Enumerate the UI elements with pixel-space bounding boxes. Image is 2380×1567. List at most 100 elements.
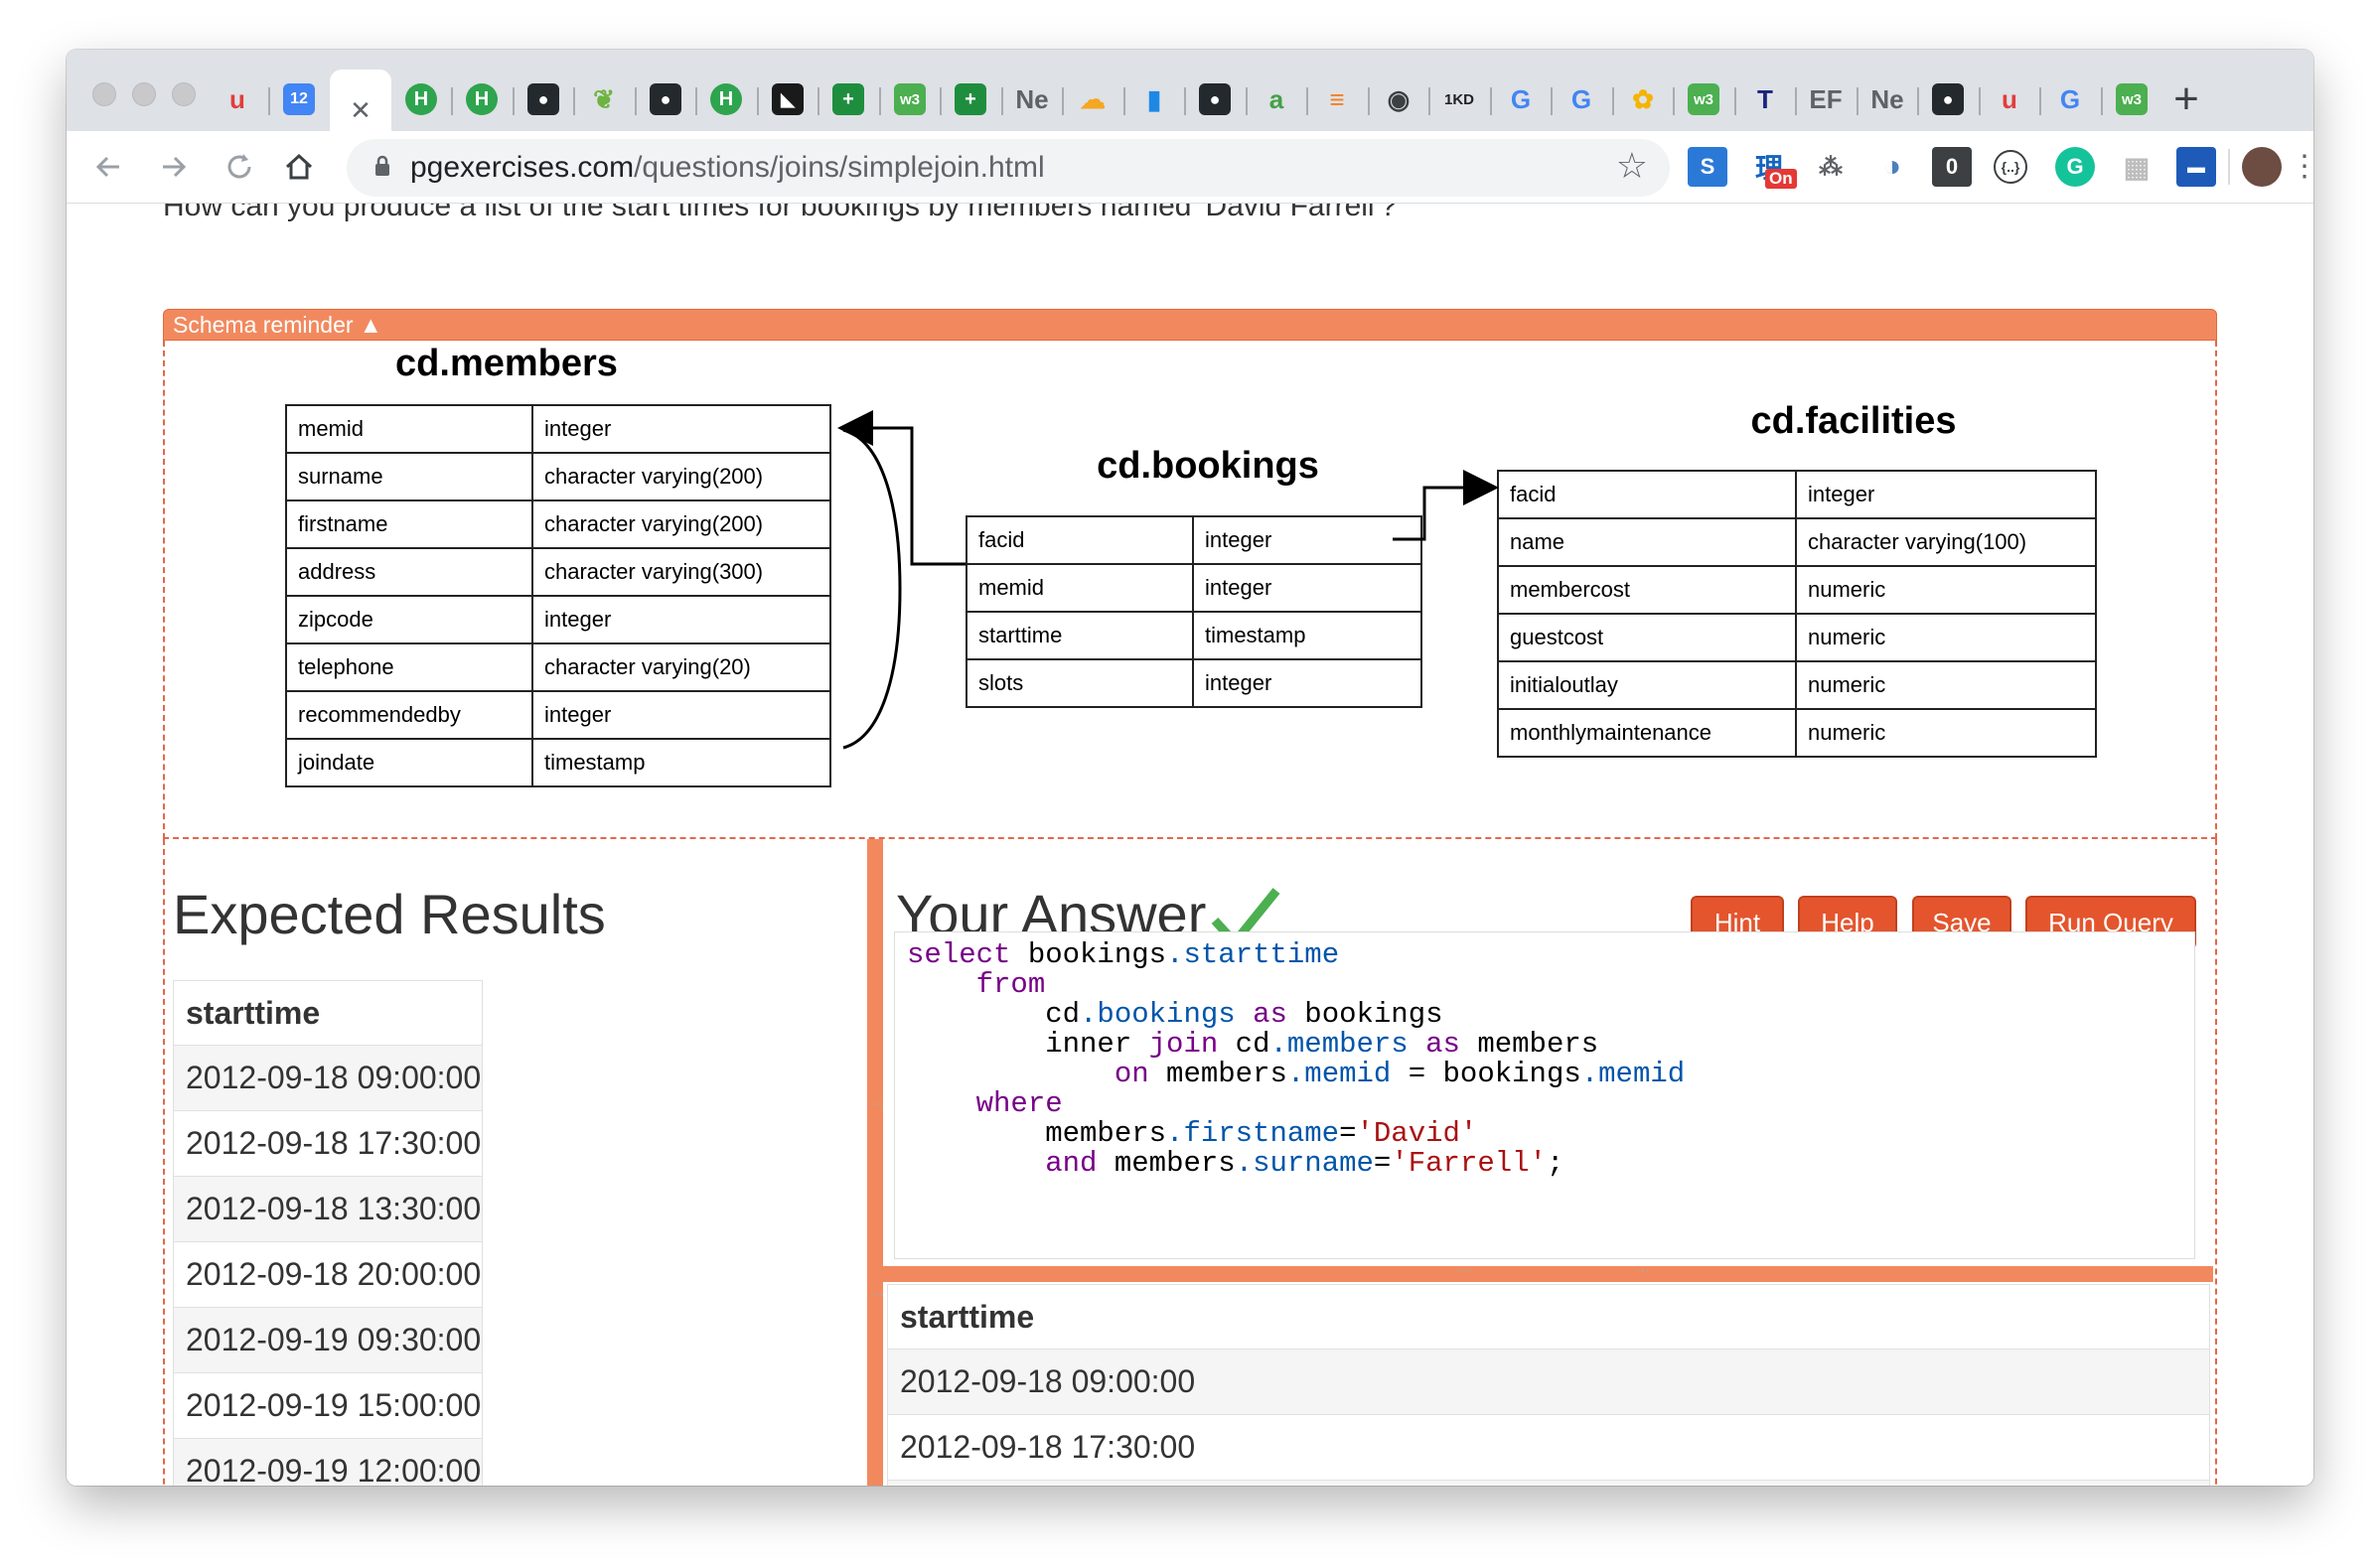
browser-tab[interactable]: ●: [1185, 70, 1245, 129]
window-close-button[interactable]: [92, 82, 116, 106]
horizontal-splitter-grip-right: ⋯: [1636, 1262, 1651, 1278]
code-line: on members.memid = bookings.memid: [907, 1060, 1685, 1089]
question-text: How can you produce a list of the start …: [163, 204, 1397, 222]
close-icon[interactable]: ✕: [345, 94, 376, 126]
results-row: 2012-09-19 15:00:00: [173, 1373, 483, 1439]
browser-tab[interactable]: +: [941, 70, 1000, 129]
expected-results-table: starttime 2012-09-18 09:00:00 2012-09-18 1…: [173, 980, 483, 1486]
card-extension-icon[interactable]: ▬: [2176, 147, 2216, 187]
tab-separator: [757, 87, 759, 115]
h-icon: H: [405, 83, 437, 115]
code-token: inner: [907, 1028, 1149, 1061]
s-extension-icon[interactable]: S: [1688, 147, 1727, 187]
browser-tab[interactable]: ●: [514, 70, 573, 129]
json-extension-icon[interactable]: {..}: [1994, 150, 2027, 184]
code-token: where: [975, 1087, 1063, 1120]
address-bar[interactable]: pgexercises.com/questions/joins/simplejo…: [347, 139, 1670, 197]
vertical-splitter-grip-lower: ⋮: [870, 1288, 886, 1303]
tab-separator: [1734, 87, 1736, 115]
browser-tab[interactable]: EF: [1796, 70, 1856, 129]
toolbar-divider: [2228, 149, 2230, 185]
home-button[interactable]: [277, 145, 321, 189]
code-token: .memid: [1580, 1058, 1686, 1090]
browser-tab[interactable]: ▮: [1124, 70, 1184, 129]
browser-tab[interactable]: H: [696, 70, 756, 129]
browser-tab[interactable]: ≡: [1307, 70, 1367, 129]
browser-tab[interactable]: a: [1247, 70, 1306, 129]
horizontal-splitter[interactable]: [883, 1266, 2213, 1282]
code-line: members.firstname='David': [907, 1119, 1685, 1149]
browser-tab[interactable]: w3: [880, 70, 940, 129]
udemy-icon: u: [2002, 83, 2017, 114]
browser-tab[interactable]: G: [2040, 70, 2100, 129]
w3-icon: w3: [894, 83, 926, 115]
browser-tab[interactable]: 12: [269, 70, 329, 129]
browser-tab[interactable]: Ne: [1858, 70, 1917, 129]
code-token: 'Farrell': [1391, 1147, 1547, 1180]
avatar[interactable]: [2242, 147, 2282, 187]
browser-tab[interactable]: H: [391, 70, 451, 129]
google-icon: G: [2059, 83, 2081, 114]
sitemap-extension-icon[interactable]: ⁂: [1811, 147, 1851, 187]
browser-tab[interactable]: ❦: [574, 70, 634, 129]
google-icon: G: [1570, 83, 1592, 114]
code-token: members: [907, 1117, 1167, 1150]
browser-tab[interactable]: 1KD: [1429, 70, 1489, 129]
browser-tab[interactable]: ◉: [1369, 70, 1428, 129]
vertical-splitter[interactable]: [867, 839, 883, 1486]
code-token: .bookings: [1080, 998, 1236, 1031]
bookmark-star-icon[interactable]: ☆: [1616, 145, 1648, 187]
schema-reminder-toggle[interactable]: Schema reminder ▲: [163, 309, 2217, 341]
sql-code[interactable]: select bookings.starttime from cd.bookin…: [907, 940, 1685, 1179]
browser-tab[interactable]: u: [208, 70, 267, 129]
browser-window: u 12 ✕ H H ● ❦ ● H ◣ + w3 + Ne ☁ ▮ ● a ≡ ◉ 1KD G G ✿ w3 T EF Ne ● u Gw…: [67, 50, 2313, 1486]
browser-tab[interactable]: G: [1491, 70, 1551, 129]
browser-tab[interactable]: ☁: [1063, 70, 1122, 129]
tab-separator: [513, 87, 515, 115]
ne-icon: Ne: [1015, 83, 1049, 114]
code-token: members: [1459, 1028, 1599, 1061]
zero-extension-icon[interactable]: 0: [1932, 147, 1972, 187]
browser-tab[interactable]: ●: [636, 70, 695, 129]
window-minimize-button[interactable]: [132, 82, 156, 106]
grid-extension-icon[interactable]: ▦: [2117, 147, 2157, 187]
tab-separator: [1795, 87, 1797, 115]
browser-tab[interactable]: ●: [1918, 70, 1978, 129]
browser-tab[interactable]: w3: [2102, 70, 2161, 129]
tab-separator: [1123, 87, 1125, 115]
sql-editor[interactable]: select bookings.starttime from cd.bookin…: [894, 931, 2195, 1259]
reload-button[interactable]: [218, 145, 261, 189]
w3-icon: w3: [2116, 83, 2148, 115]
tab-separator: [940, 87, 942, 115]
browser-tab[interactable]: +: [818, 70, 878, 129]
window-zoom-button[interactable]: [172, 82, 196, 106]
browser-tab[interactable]: H: [452, 70, 512, 129]
moon-extension-icon[interactable]: ◑: [1872, 147, 1912, 187]
browser-tab[interactable]: u: [1980, 70, 2039, 129]
back-button[interactable]: [86, 145, 130, 189]
tab-separator: [1306, 87, 1308, 115]
menu-kebab-icon[interactable]: ⋮: [2290, 149, 2313, 185]
browser-tab[interactable]: ✿: [1613, 70, 1673, 129]
schema-diagram: cd.members memid integer surname character …: [163, 341, 2217, 839]
tab-separator: [695, 87, 697, 115]
code-token: .memid: [1286, 1058, 1392, 1090]
forward-button[interactable]: [152, 145, 196, 189]
tab-separator: [879, 87, 881, 115]
answer-results-table: starttime 2012-09-18 09:00:00 2012-09-18 1…: [887, 1284, 2210, 1486]
browser-toolbar: pgexercises.com/questions/joins/simplejo…: [67, 131, 2313, 204]
browser-tab[interactable]: w3: [1674, 70, 1733, 129]
a-icon: a: [1268, 83, 1284, 114]
code-line: cd.bookings as bookings: [907, 1000, 1685, 1030]
dictionary-extension-icon[interactable]: 理On: [1749, 147, 1797, 189]
browser-tab[interactable]: G: [1552, 70, 1611, 129]
tab-separator: [1673, 87, 1675, 115]
results-row: 2012-09-19 09:30:00: [173, 1308, 483, 1373]
browser-tab[interactable]: Ne: [1002, 70, 1062, 129]
browser-tab[interactable]: T: [1735, 70, 1795, 129]
grammarly-icon[interactable]: G: [2055, 147, 2095, 187]
new-tab-button[interactable]: +: [2158, 71, 2214, 127]
code-token: cd: [1218, 1028, 1270, 1061]
browser-tab[interactable]: ◣: [758, 70, 818, 129]
code-line: from: [907, 970, 1685, 1000]
